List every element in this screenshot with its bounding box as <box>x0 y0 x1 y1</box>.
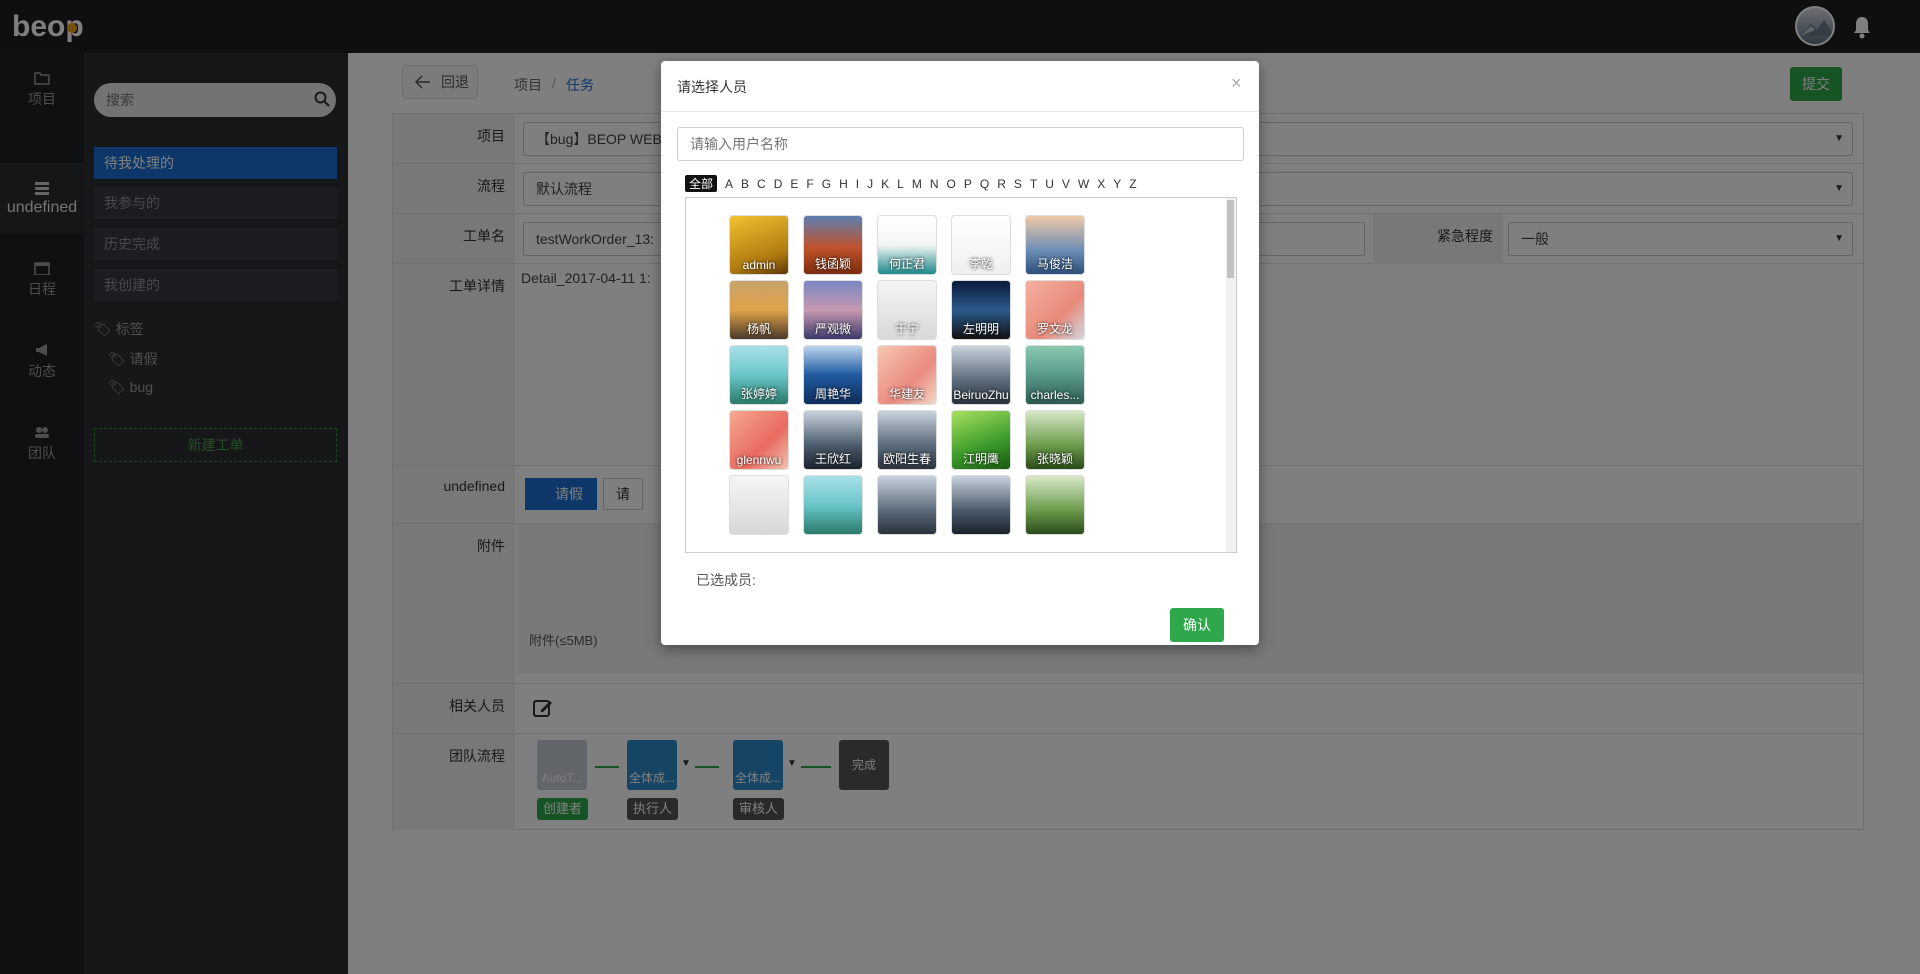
user-name: 何正君 <box>888 257 925 271</box>
user-name: 左明明 <box>962 322 999 336</box>
user-tile[interactable]: 周艳华 <box>803 345 863 405</box>
letter-filter-all[interactable]: 全部 <box>685 175 718 192</box>
letter-filter-d[interactable]: D <box>774 177 783 191</box>
letter-filter-q[interactable]: Q <box>980 177 989 191</box>
user-name: 严观微 <box>814 322 851 336</box>
user-name: 李乾 <box>968 257 993 271</box>
divider <box>661 111 1259 112</box>
letter-filter-r[interactable]: R <box>997 177 1006 191</box>
letter-filter-t[interactable]: T <box>1030 177 1037 191</box>
selected-members-label: 已选成员: <box>696 572 756 588</box>
close-icon[interactable]: × <box>1231 73 1242 94</box>
letter-filter-f[interactable]: F <box>806 177 813 191</box>
user-search-input[interactable] <box>677 127 1244 161</box>
user-name: charles... <box>1030 388 1080 402</box>
letter-filter-j[interactable]: J <box>867 177 873 191</box>
user-name: 钱函颖 <box>814 257 851 271</box>
user-tile[interactable]: 左明明 <box>951 280 1011 340</box>
user-tile[interactable]: BeiruoZhu <box>951 345 1011 405</box>
letter-filter-e[interactable]: E <box>790 177 798 191</box>
letter-filter-u[interactable]: U <box>1045 177 1054 191</box>
letter-filter-k[interactable]: K <box>881 177 889 191</box>
user-tile[interactable]: 华建友 <box>877 345 937 405</box>
letter-filter-l[interactable]: L <box>897 177 904 191</box>
user-name: 马俊洁 <box>1036 257 1073 271</box>
user-tile[interactable]: 李乾 <box>951 215 1011 275</box>
letter-filter-y[interactable]: Y <box>1113 177 1121 191</box>
letter-filter-b[interactable]: B <box>741 177 749 191</box>
user-tile[interactable]: 于宁 <box>877 280 937 340</box>
user-tile[interactable]: 钱函颖 <box>803 215 863 275</box>
user-name: 张晓颖 <box>1036 452 1073 466</box>
letter-filter-g[interactable]: G <box>822 177 831 191</box>
user-tile[interactable]: 江明鹰 <box>951 410 1011 470</box>
letter-filter-z[interactable]: Z <box>1129 177 1136 191</box>
letter-filter-w[interactable]: W <box>1078 177 1089 191</box>
letter-filter-m[interactable]: M <box>912 177 922 191</box>
user-name: 罗文龙 <box>1036 322 1073 336</box>
letter-filter-n[interactable]: N <box>930 177 939 191</box>
user-tile-partial[interactable] <box>729 475 789 535</box>
user-name: 杨帆 <box>746 322 771 336</box>
user-grid: admin 钱函颖 何正君 李乾 马俊洁杨帆 严观微 于宁 左明明 罗文龙张婷婷 周艳华 华建友 Be… <box>685 197 1237 553</box>
user-name: 周艳华 <box>814 387 851 401</box>
user-tile[interactable]: charles... <box>1025 345 1085 405</box>
user-name: 欧阳生春 <box>882 452 931 466</box>
user-tile[interactable]: 王欣红 <box>803 410 863 470</box>
letter-filter-p[interactable]: P <box>964 177 972 191</box>
user-tile[interactable]: 杨帆 <box>729 280 789 340</box>
letter-filter-h[interactable]: H <box>839 177 848 191</box>
user-tile[interactable]: 严观微 <box>803 280 863 340</box>
user-tile-partial[interactable] <box>877 475 937 535</box>
user-name: 于宁 <box>894 322 919 336</box>
dialog-title: 请选择人员 <box>677 79 747 95</box>
user-tile[interactable]: 欧阳生春 <box>877 410 937 470</box>
user-tile[interactable]: 张婷婷 <box>729 345 789 405</box>
user-tile[interactable]: 张晓颖 <box>1025 410 1085 470</box>
user-name: admin <box>742 258 776 272</box>
user-tile[interactable]: 罗文龙 <box>1025 280 1085 340</box>
confirm-button[interactable]: 确认 <box>1170 608 1224 642</box>
user-name: glennwu <box>736 453 782 467</box>
user-tile[interactable]: glennwu <box>729 410 789 470</box>
user-tile[interactable]: 马俊洁 <box>1025 215 1085 275</box>
user-tile-partial[interactable] <box>951 475 1011 535</box>
letter-filter-s[interactable]: S <box>1014 177 1022 191</box>
letter-filter-x[interactable]: X <box>1097 177 1105 191</box>
user-name: 江明鹰 <box>962 452 999 466</box>
letter-filter-bar: 全部 A B C D E F G H I J K L M N O P Q R S T U V W X Y Z <box>685 175 1145 193</box>
letter-filter-c[interactable]: C <box>757 177 766 191</box>
letter-filter-o[interactable]: O <box>946 177 955 191</box>
user-tile-partial[interactable] <box>803 475 863 535</box>
user-name: BeiruoZhu <box>953 388 1009 402</box>
select-people-dialog: 请选择人员 × 全部 ABCDEFGHIJKLMNOPQRSTUVWXYZ adm… <box>661 61 1259 645</box>
user-name: 华建友 <box>888 387 925 401</box>
letter-filter-v[interactable]: V <box>1062 177 1070 191</box>
letter-filter-i[interactable]: I <box>856 177 859 191</box>
user-name: 张婷婷 <box>740 387 777 401</box>
user-tile[interactable]: admin <box>729 215 789 275</box>
user-tile-partial[interactable] <box>1025 475 1085 535</box>
user-name: 王欣红 <box>814 452 851 466</box>
letter-filter-a[interactable]: A <box>725 177 733 191</box>
scrollbar-thumb[interactable] <box>1227 200 1234 278</box>
user-tile[interactable]: 何正君 <box>877 215 937 275</box>
